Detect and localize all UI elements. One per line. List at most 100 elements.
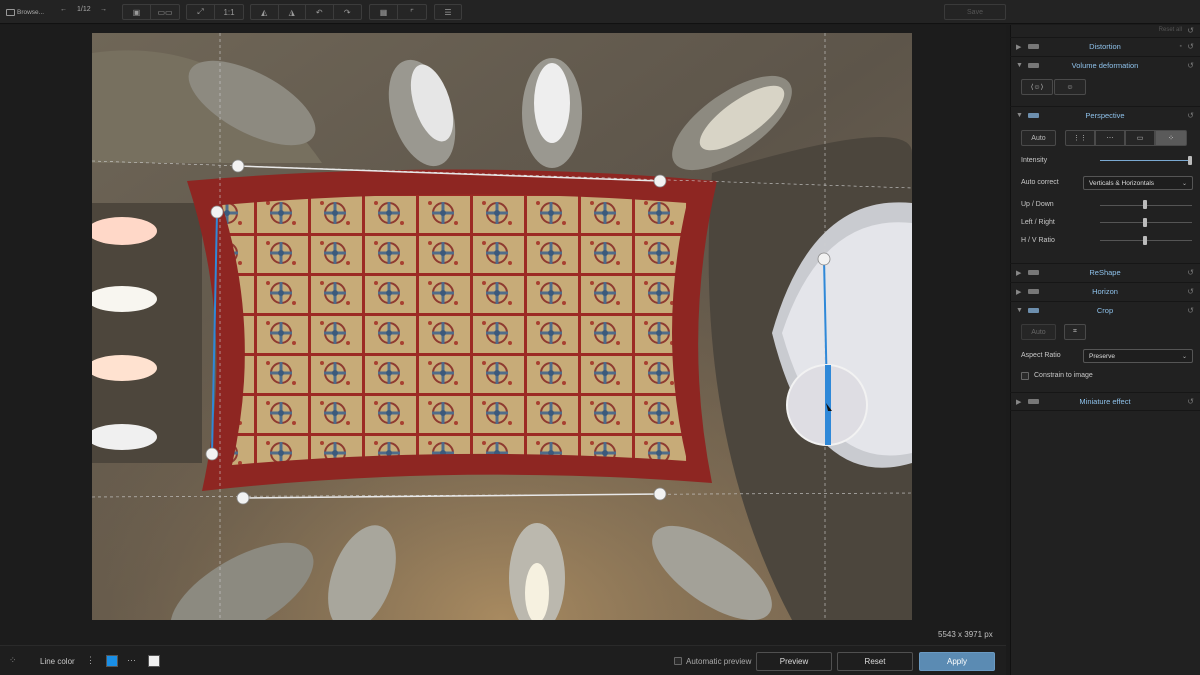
section-title-reshape: ReShape: [1089, 268, 1121, 277]
page-counter: 1/12: [77, 6, 91, 13]
section-toggle[interactable]: [1028, 63, 1039, 68]
expand-arrow-icon[interactable]: ▶: [1016, 398, 1021, 406]
left-right-label: Left / Right: [1021, 219, 1055, 226]
eight-points-icon[interactable]: ⁘: [9, 655, 17, 666]
rectangle-mode-icon[interactable]: ▭: [1125, 130, 1155, 146]
section-crop[interactable]: ▼ Crop ↺: [1010, 301, 1200, 319]
reset-icon[interactable]: ↺: [1187, 42, 1194, 51]
left-right-slider-knob[interactable]: [1143, 218, 1147, 227]
save-button[interactable]: Save: [944, 4, 1006, 20]
up-down-slider-knob[interactable]: [1143, 200, 1147, 209]
top-toolbar: Browse... ← 1/12 → ▣ ▭▭ ⤢ 1:1 ◭ ◮ ↶ ↷ ▦ …: [0, 0, 1200, 24]
person-stretch-icon: ⟨☺⟩: [1030, 84, 1044, 91]
vertical-line-color-swatch[interactable]: [106, 655, 118, 667]
section-toggle[interactable]: [1028, 113, 1039, 118]
panel-divider: [1010, 410, 1200, 411]
vertical-lines-mode-icon[interactable]: ⋮⋮: [1065, 130, 1095, 146]
browse-button[interactable]: Browse...: [6, 4, 48, 20]
grid-icon[interactable]: ▦: [370, 5, 398, 19]
photo-rendering: [92, 33, 912, 620]
expand-arrow-icon[interactable]: ▶: [1016, 43, 1021, 51]
settings-panel-icon[interactable]: ☰: [434, 4, 462, 20]
eight-points-mode-icon[interactable]: ⁘: [1155, 130, 1187, 146]
reset-all-link[interactable]: Reset all ↺: [1010, 25, 1200, 36]
horizontal-lines-mode-icon[interactable]: ⋯: [1095, 130, 1125, 146]
reset-icon[interactable]: ↺: [1187, 111, 1194, 120]
previous-arrow-icon[interactable]: ←: [60, 6, 67, 13]
reset-icon[interactable]: ↺: [1187, 397, 1194, 406]
crop-tool-icon[interactable]: ⌗: [1064, 324, 1086, 340]
person-icon: ☺: [1066, 83, 1074, 91]
apply-button[interactable]: Apply: [919, 652, 995, 671]
section-toggle[interactable]: [1028, 308, 1039, 313]
horizontal-line-color-swatch[interactable]: [148, 655, 160, 667]
chevron-down-icon: ⌄: [1181, 353, 1187, 360]
auto-correct-dropdown[interactable]: Verticals & Horizontals ⌄: [1083, 176, 1193, 190]
section-distortion[interactable]: ▶ Distortion ▪ ↺: [1010, 37, 1200, 55]
zoom-group: ⤢ 1:1: [186, 4, 244, 20]
automatic-preview-label: Automatic preview: [686, 657, 752, 666]
expand-arrow-icon[interactable]: ▶: [1016, 288, 1021, 296]
flip-vertical-icon[interactable]: ◮: [279, 5, 306, 19]
auto-correct-value: Verticals & Horizontals: [1089, 179, 1155, 187]
reset-icon[interactable]: ↺: [1187, 287, 1194, 296]
flip-horizontal-icon[interactable]: ◭: [251, 5, 279, 19]
compare-view-group: ▣ ▭▭: [122, 4, 180, 20]
section-title-miniature-effect: Miniature effect: [1079, 397, 1131, 406]
section-toggle[interactable]: [1028, 44, 1039, 49]
cathedral-ceiling-photo[interactable]: [92, 33, 912, 620]
collapse-arrow-icon[interactable]: ▼: [1016, 112, 1023, 119]
volume-cylindrical-button[interactable]: ⟨☺⟩: [1021, 79, 1053, 95]
section-perspective[interactable]: ▼ Perspective ↺: [1010, 106, 1200, 124]
next-arrow-icon[interactable]: →: [100, 6, 107, 13]
section-miniature-effect[interactable]: ▶ Miniature effect ↺: [1010, 392, 1200, 410]
section-volume-deformation[interactable]: ▼ Volume deformation ↺: [1010, 56, 1200, 74]
aspect-ratio-dropdown[interactable]: Preserve ⌄: [1083, 349, 1193, 363]
vertical-line-color-icon: ⋮: [86, 655, 95, 665]
horizontal-line-color-icon: ⋯: [127, 655, 136, 665]
grid-group: ▦ ⌜: [369, 4, 427, 20]
rotate-right-icon[interactable]: ↷: [334, 5, 361, 19]
rotate-left-icon[interactable]: ↶: [306, 5, 334, 19]
transform-group: ◭ ◮ ↶ ↷: [250, 4, 362, 20]
section-toggle[interactable]: [1028, 289, 1039, 294]
split-view-icon[interactable]: ▭▭: [151, 5, 179, 19]
constrain-to-image-label: Constrain to image: [1034, 372, 1093, 379]
zoom-1-1-button[interactable]: 1:1: [215, 5, 243, 19]
auto-correct-label: Auto correct: [1021, 179, 1059, 186]
line-color-label: Line color: [40, 657, 75, 666]
trash-icon[interactable]: ▪: [1180, 43, 1182, 50]
constrain-to-image-checkbox[interactable]: [1021, 372, 1029, 380]
preview-button[interactable]: Preview: [756, 652, 832, 671]
reset-icon[interactable]: ↺: [1187, 61, 1194, 70]
collapse-arrow-icon[interactable]: ▼: [1016, 62, 1023, 69]
section-reshape[interactable]: ▶ ReShape ↺: [1010, 263, 1200, 281]
volume-spherical-button[interactable]: ☺: [1054, 79, 1086, 95]
hv-ratio-slider-knob[interactable]: [1143, 236, 1147, 245]
intensity-slider[interactable]: [1100, 160, 1192, 161]
bottom-bar: ⁘ Line color ⋮ ⋯ Automatic preview Previ…: [0, 645, 1006, 675]
automatic-preview-checkbox[interactable]: [674, 657, 682, 665]
folder-icon: [6, 8, 15, 16]
perspective-auto-button[interactable]: Auto: [1021, 130, 1056, 146]
crop-auto-button[interactable]: Auto: [1021, 324, 1056, 340]
reset-all-label: Reset all: [1158, 27, 1182, 33]
section-toggle[interactable]: [1028, 270, 1039, 275]
reset-button[interactable]: Reset: [837, 652, 913, 671]
section-title-crop: Crop: [1096, 306, 1114, 315]
guides-icon[interactable]: ⌜: [398, 5, 426, 19]
section-horizon[interactable]: ▶ Horizon ↺: [1010, 282, 1200, 300]
intensity-slider-knob[interactable]: [1188, 156, 1192, 165]
single-view-icon[interactable]: ▣: [123, 5, 151, 19]
reset-icon[interactable]: ↺: [1187, 306, 1194, 315]
intensity-label: Intensity: [1021, 157, 1048, 164]
up-down-label: Up / Down: [1021, 201, 1054, 208]
section-title-volume-deformation: Volume deformation: [1071, 61, 1139, 70]
expand-arrow-icon[interactable]: ▶: [1016, 269, 1021, 277]
fit-screen-icon[interactable]: ⤢: [187, 5, 215, 19]
reset-icon[interactable]: ↺: [1187, 268, 1194, 277]
collapse-arrow-icon[interactable]: ▼: [1016, 307, 1023, 314]
section-title-distortion: Distortion: [1089, 42, 1121, 51]
section-toggle[interactable]: [1028, 399, 1039, 404]
image-dimensions: 5543 x 3971 px: [938, 630, 993, 639]
